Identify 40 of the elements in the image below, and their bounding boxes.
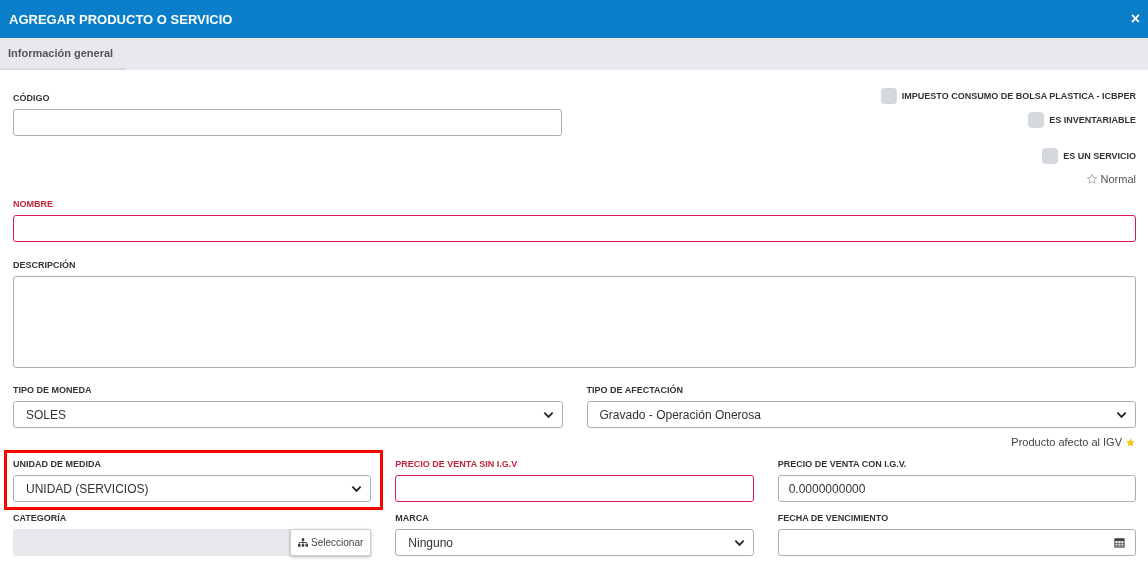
text-area[interactable] xyxy=(13,276,1136,368)
input-field[interactable] xyxy=(13,215,1136,242)
select-field[interactable]: Gravado - Operación Onerosa xyxy=(586,401,1136,428)
field-label: PRECIO DE VENTA CON I.G.V. xyxy=(777,458,907,470)
star-icon[interactable] xyxy=(1085,173,1098,185)
modal-title: AGREGAR PRODUCTO O SERVICIO xyxy=(9,11,233,27)
calendar-icon xyxy=(1114,537,1125,548)
field-label: TIPO DE AFECTACIÓN xyxy=(586,384,683,396)
field-label: CATEGORÍA xyxy=(13,512,67,524)
checkbox-label: ES UN SERVICIO xyxy=(1063,151,1136,161)
chevron-down-icon xyxy=(733,538,745,547)
chevron-down-icon xyxy=(351,484,363,493)
date-field[interactable] xyxy=(777,529,1136,556)
checkbox-label: ES INVENTARIABLE xyxy=(1049,115,1136,125)
star-icon xyxy=(1125,436,1136,448)
field-label: UNIDAD DE MEDIDA xyxy=(13,458,101,470)
select-button[interactable]: Seleccionar xyxy=(290,529,372,556)
chevron-down-icon xyxy=(542,410,554,419)
field-label: DESCRIPCIÓN xyxy=(13,259,76,271)
chevron-down-icon xyxy=(1116,410,1127,419)
select-field[interactable]: SOLES xyxy=(13,401,563,428)
input-field[interactable] xyxy=(395,475,754,502)
input-field[interactable]: 0.0000000000 xyxy=(777,475,1136,502)
select-field[interactable]: UNIDAD (SERVICIOS) xyxy=(13,475,372,502)
field-label: NOMBRE xyxy=(13,198,53,210)
priority-label: Normal xyxy=(1100,173,1136,185)
field-label: TIPO DE MONEDA xyxy=(13,384,92,396)
field-label: PRECIO DE VENTA SIN I.G.V xyxy=(395,458,518,470)
field-label: CÓDIGO xyxy=(13,92,50,104)
field-label: FECHA DE VENCIMIENTO xyxy=(777,512,889,524)
checkbox[interactable] xyxy=(880,88,897,104)
checkbox-label: IMPUESTO CONSUMO DE BOLSA PLASTICA - ICBPER xyxy=(901,91,1136,101)
checkbox[interactable] xyxy=(1028,112,1045,128)
sitemap-icon xyxy=(298,538,309,547)
input-field[interactable] xyxy=(13,109,562,136)
close-button[interactable]: × xyxy=(1130,10,1140,28)
field-label: MARCA xyxy=(395,512,429,524)
igv-note: Producto afecto al IGV xyxy=(1011,436,1122,448)
checkbox[interactable] xyxy=(1042,148,1059,164)
select-field[interactable]: Ninguno xyxy=(395,529,754,556)
